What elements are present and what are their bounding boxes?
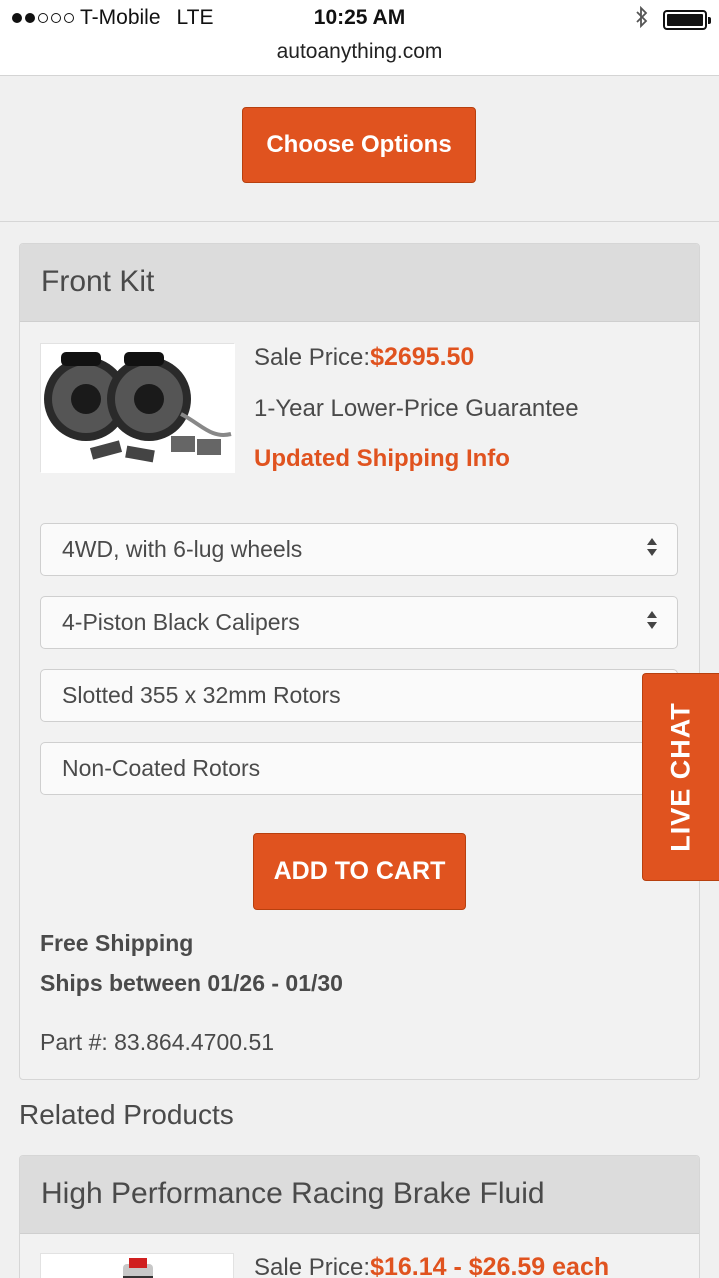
rotor-coating-select[interactable]: Non-Coated Rotors — [40, 742, 678, 795]
drive-option-select[interactable]: 4WD, with 6-lug wheels — [40, 523, 678, 576]
related-product-image[interactable] — [40, 1253, 234, 1278]
add-to-cart-button[interactable]: ADD TO CART — [253, 833, 466, 910]
bluetooth-icon — [635, 5, 649, 34]
ship-dates: Ships between 01/26 - 01/30 — [40, 970, 343, 996]
rotor-size-select[interactable]: Slotted 355 x 32mm Rotors — [40, 669, 678, 722]
sale-price-line: Sale Price:$2695.50 — [254, 343, 474, 372]
related-products-heading: Related Products — [19, 1099, 234, 1130]
product-card: Front Kit Sale Price:$2695.50 1-Year Low… — [19, 243, 700, 1080]
select-value: Non-Coated Rotors — [62, 755, 261, 781]
status-bar: T-Mobile LTE 10:25 AM autoanything.com — [0, 0, 719, 76]
price-guarantee: 1-Year Lower-Price Guarantee — [254, 395, 579, 422]
live-chat-label: LIVE CHAT — [665, 702, 696, 852]
live-chat-button[interactable]: LIVE CHAT — [642, 673, 719, 881]
part-number: Part #: 83.864.4700.51 — [40, 1029, 275, 1055]
sale-price-label: Sale Price: — [254, 1254, 371, 1278]
sale-price-label: Sale Price: — [254, 344, 371, 371]
address-bar-url[interactable]: autoanything.com — [0, 40, 719, 64]
related-sale-price-line: Sale Price:$16.14 - $26.59 each — [254, 1253, 609, 1278]
select-arrows-icon — [647, 538, 657, 556]
related-sale-price-value: $16.14 - $26.59 each — [370, 1253, 610, 1278]
free-shipping-label: Free Shipping — [40, 930, 194, 956]
sale-price-value: $2695.50 — [370, 343, 475, 371]
updated-shipping-info-link[interactable]: Updated Shipping Info — [254, 445, 510, 473]
select-value: 4WD, with 6-lug wheels — [62, 536, 303, 562]
caliper-option-select[interactable]: 4-Piston Black Calipers — [40, 596, 678, 649]
select-value: 4-Piston Black Calipers — [62, 609, 300, 635]
related-product-card[interactable]: High Performance Racing Brake Fluid Sale… — [19, 1155, 700, 1278]
select-arrows-icon — [647, 611, 657, 629]
options-bar: Choose Options — [0, 77, 719, 222]
product-image[interactable] — [40, 343, 235, 473]
select-value: Slotted 355 x 32mm Rotors — [62, 682, 341, 708]
status-icons — [635, 5, 711, 34]
choose-options-button[interactable]: Choose Options — [242, 107, 476, 183]
related-product-title[interactable]: High Performance Racing Brake Fluid — [20, 1156, 699, 1234]
product-title: Front Kit — [20, 244, 699, 322]
clock: 10:25 AM — [313, 6, 406, 29]
battery-icon — [663, 10, 711, 30]
